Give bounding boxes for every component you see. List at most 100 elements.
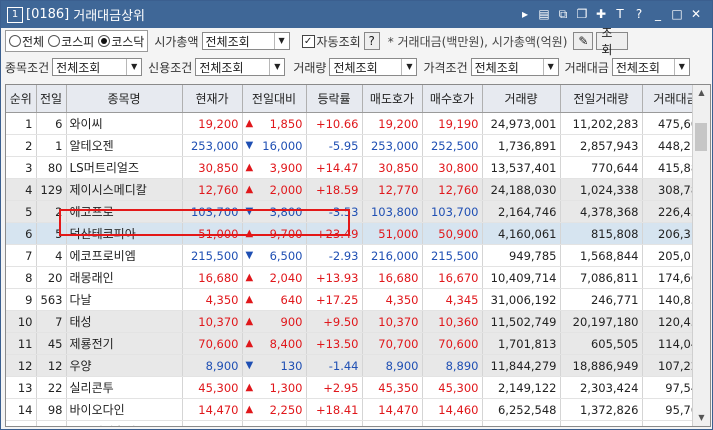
table-row[interactable]: 4 129 제이시스메디칼 12,760 ▲ 2,000 +18.59 12,770 12,76… bbox=[6, 178, 710, 201]
credit-cond-select[interactable]: 전체조회 ▼ bbox=[195, 58, 286, 76]
link-icon[interactable]: ⧉ bbox=[557, 7, 569, 22]
cell-bid: 70,600 bbox=[422, 332, 483, 355]
column-header[interactable]: 거래량 bbox=[482, 85, 561, 113]
column-header[interactable]: 전일거래량 bbox=[560, 85, 643, 113]
help-icon[interactable]: ? bbox=[633, 7, 645, 22]
help-button[interactable]: ? bbox=[363, 32, 380, 50]
table-row[interactable]: 3 80 LS머트리얼즈 30,850 ▲ 3,900 +14.47 30,850 30,800… bbox=[6, 156, 710, 179]
cell-rate: +9.50 bbox=[306, 310, 363, 333]
chevron-down-icon[interactable]: ▼ bbox=[126, 59, 141, 75]
table-row[interactable]: 2 1 알테오젠 253,000 ▼ 16,000 -5.95 253,000 252,500 1… bbox=[6, 134, 710, 157]
cell-change: ▲ 2,250 bbox=[242, 398, 307, 421]
cell-rank: 5 bbox=[6, 200, 37, 223]
cell-rank: 3 bbox=[6, 156, 37, 179]
cell-rate: +10.66 bbox=[306, 112, 363, 135]
scroll-down-icon[interactable]: ▼ bbox=[693, 410, 710, 426]
column-header[interactable]: 현재가 bbox=[182, 85, 243, 113]
radio-kosdaq[interactable]: 코스닥 bbox=[98, 33, 144, 50]
item-cond-select[interactable]: 전체조회 ▼ bbox=[52, 58, 143, 76]
query-button[interactable]: 조회 bbox=[596, 26, 629, 57]
arrow-down-icon: ▼ bbox=[245, 250, 254, 261]
radio-kospi-dot[interactable] bbox=[48, 35, 61, 47]
column-header[interactable]: 매도호가 bbox=[362, 85, 423, 113]
cell-price: 4,350 bbox=[182, 288, 243, 311]
cell-change: ▲ 2,040 bbox=[242, 266, 307, 289]
chevron-down-icon[interactable]: ▼ bbox=[273, 33, 289, 49]
column-header[interactable]: 순위 bbox=[6, 85, 37, 113]
font-icon[interactable]: T bbox=[614, 7, 626, 22]
copy-icon[interactable]: ❐ bbox=[576, 7, 588, 22]
table-row[interactable]: 13 22 실리콘투 45,300 ▲ 1,300 +2.95 45,350 45,300 2,1… bbox=[6, 376, 710, 399]
cell-name: 우양 bbox=[66, 354, 183, 377]
vertical-scrollbar[interactable]: ▲ ▼ bbox=[692, 85, 710, 426]
auto-query-checkbox[interactable]: ✓ bbox=[301, 34, 315, 48]
table-row[interactable]: 14 98 바이오다인 14,470 ▲ 2,250 +18.41 14,470 14,460 6… bbox=[6, 398, 710, 421]
cell-change: ▲ 9,700 bbox=[242, 222, 307, 245]
table-row[interactable]: 11 45 제룡전기 70,600 ▲ 8,400 +13.50 70,700 70,600 1,… bbox=[6, 332, 710, 355]
cell-prev-volume: 4,378,368 bbox=[560, 200, 643, 223]
column-header[interactable]: 전일대비 bbox=[242, 85, 307, 113]
trade-amt-select[interactable]: 전체조회 ▼ bbox=[611, 58, 690, 76]
radio-kospi[interactable]: 코스피 bbox=[48, 33, 94, 50]
column-header[interactable]: 매수호가 bbox=[422, 85, 483, 113]
auto-query-label: 자동조회 bbox=[316, 34, 361, 49]
radio-all-dot[interactable] bbox=[9, 35, 21, 47]
table-row[interactable]: 9 563 다날 4,350 ▲ 640 +17.25 4,350 4,345 31,006,19… bbox=[6, 288, 710, 311]
chevron-down-icon[interactable]: ▼ bbox=[269, 59, 284, 75]
table-row[interactable]: 1 6 와이씨 19,200 ▲ 1,850 +10.66 19,200 19,190 24,97… bbox=[6, 112, 710, 135]
chevron-down-icon[interactable]: ▼ bbox=[542, 59, 558, 75]
table-row[interactable]: 5 2 에코프로 103,700 ▼ 3,800 -3.53 103,800 103,700 2,… bbox=[6, 200, 710, 223]
market-radio-group: 전체 코스피 코스닥 bbox=[5, 30, 149, 52]
table-row[interactable]: 12 12 우양 8,900 ▼ 130 -1.44 8,900 8,890 11,844,279… bbox=[6, 354, 710, 377]
table-row[interactable]: 10 7 태성 10,370 ▲ 900 +9.50 10,370 10,360 11,502,7… bbox=[6, 310, 710, 333]
arrow-right-icon[interactable]: ▸ bbox=[519, 7, 531, 22]
volume-label: 거래량 bbox=[293, 60, 327, 75]
column-header[interactable]: 종목명 bbox=[66, 85, 183, 113]
table-row[interactable]: 6 5 덕산테코피아 51,000 ▲ 9,700 +23.49 51,000 50,900 4,… bbox=[6, 222, 710, 245]
cell-prev-volume: 11,202,283 bbox=[560, 112, 643, 135]
window-title: 거래대금상위 bbox=[73, 9, 145, 24]
screen-number: 1 bbox=[7, 6, 23, 23]
chevron-down-icon[interactable]: ▼ bbox=[673, 59, 689, 75]
radio-all[interactable]: 전체 bbox=[9, 33, 44, 50]
radio-kosdaq-dot[interactable] bbox=[98, 35, 111, 47]
filter-row-2: 종목조건 전체조회 ▼ 신용조건 전체조회 ▼ 거래량 전체조회 ▼ 가격조건 전체조… bbox=[5, 56, 690, 78]
cell-price: 89,500 bbox=[182, 420, 243, 426]
arrow-up-icon: ▲ bbox=[245, 118, 254, 129]
cell-volume: 10,409,714 bbox=[482, 266, 561, 289]
menu-icon[interactable]: ▤ bbox=[538, 7, 550, 22]
cell-prev: 1 bbox=[36, 134, 67, 157]
cell-change: ▲ 1,300 bbox=[242, 376, 307, 399]
cell-prev: 129 bbox=[36, 178, 67, 201]
cell-rank: 1 bbox=[6, 112, 37, 135]
cell-bid: 19,190 bbox=[422, 112, 483, 135]
table-row[interactable]: 8 20 래몽래인 16,680 ▲ 2,040 +13.93 16,680 16,670 10,… bbox=[6, 266, 710, 289]
arrow-down-icon: ▼ bbox=[245, 140, 254, 151]
pin-icon[interactable]: ✚ bbox=[595, 7, 607, 22]
cell-rate: +13.93 bbox=[306, 266, 363, 289]
chevron-down-icon[interactable]: ▼ bbox=[401, 59, 416, 75]
arrow-up-icon: ▲ bbox=[245, 228, 254, 239]
volume-select[interactable]: 전체조회 ▼ bbox=[329, 58, 418, 76]
scroll-thumb[interactable] bbox=[695, 123, 707, 151]
arrow-up-icon: ▲ bbox=[245, 272, 254, 283]
minimize-icon[interactable]: _ bbox=[652, 7, 664, 22]
cell-price: 215,500 bbox=[182, 244, 243, 267]
table-row[interactable]: 7 4 에코프로비엠 215,500 ▼ 6,500 -2.93 216,000 215,500… bbox=[6, 244, 710, 267]
price-cond-select[interactable]: 전체조회 ▼ bbox=[470, 58, 559, 76]
settings-button[interactable]: ✎ bbox=[573, 32, 594, 50]
maximize-icon[interactable]: □ bbox=[671, 7, 683, 22]
table-row[interactable]: 1543솔브레인홀딩스89,500▲9,600+12.0289,50089,49… bbox=[6, 420, 710, 426]
close-icon[interactable]: ✕ bbox=[690, 7, 702, 22]
cell-bid: 16,670 bbox=[422, 266, 483, 289]
column-header[interactable]: 전일 bbox=[36, 85, 67, 113]
cell-bid: 8,890 bbox=[422, 354, 483, 377]
cell-ask: 70,700 bbox=[362, 332, 423, 355]
scroll-up-icon[interactable]: ▲ bbox=[693, 85, 710, 101]
market-cap-select[interactable]: 전체조회 ▼ bbox=[201, 32, 290, 50]
arrow-up-icon: ▲ bbox=[245, 294, 254, 305]
cell-change: ▼ 6,500 bbox=[242, 244, 307, 267]
ranking-window: 1 [0186] 거래대금상위 ▸ ▤ ⧉ ❐ ✚ T ? _ □ ✕ 전체 코… bbox=[0, 0, 713, 430]
cell-rate: +17.25 bbox=[306, 288, 363, 311]
column-header[interactable]: 등락률 bbox=[306, 85, 363, 113]
